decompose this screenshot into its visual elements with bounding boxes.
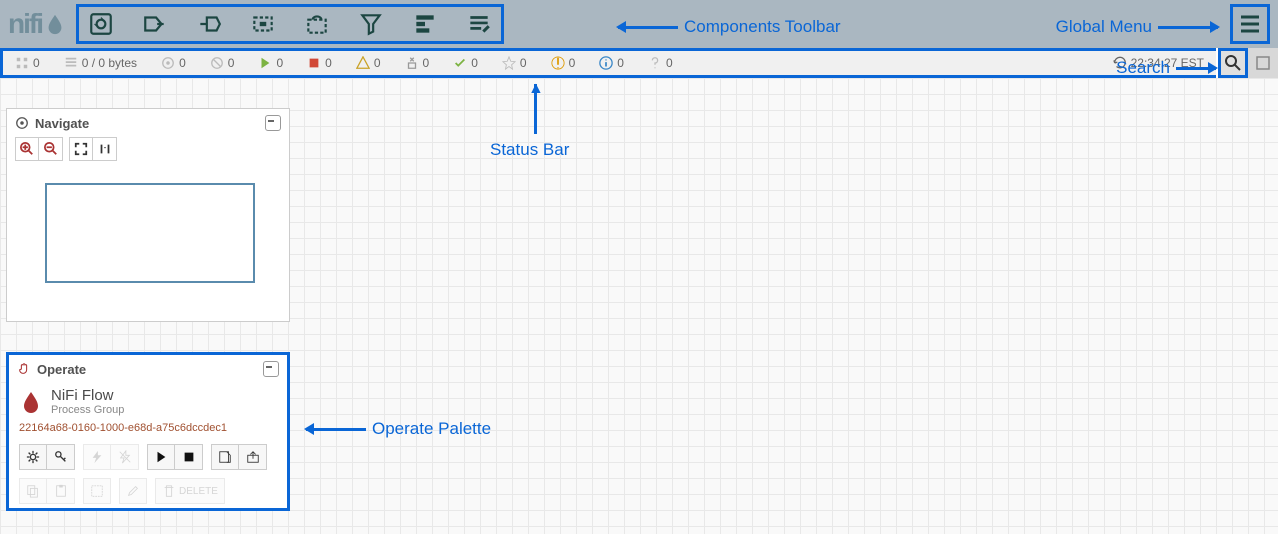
navigate-tools	[7, 137, 289, 167]
trash-icon	[162, 484, 176, 498]
operate-header: Operate	[9, 355, 287, 383]
hand-icon	[17, 362, 31, 376]
operate-panel: Operate NiFi Flow Process Group 22164a68…	[6, 352, 290, 511]
zoom-in-icon	[20, 142, 34, 156]
annotation-operate-palette: Operate Palette	[306, 420, 491, 439]
copy-button	[19, 478, 47, 504]
components-toolbar	[76, 4, 504, 44]
zoom-in-button[interactable]	[15, 137, 39, 161]
navigate-header: Navigate	[7, 109, 289, 137]
remote-process-group-tool[interactable]	[301, 8, 333, 40]
gear-icon	[26, 450, 40, 464]
status-queued: 0 / 0 bytes	[52, 56, 149, 70]
template-tool[interactable]	[409, 8, 441, 40]
flash-icon	[90, 450, 104, 464]
flow-type: Process Group	[51, 404, 124, 416]
birdseye-view[interactable]	[15, 175, 281, 313]
output-port-tool[interactable]	[193, 8, 225, 40]
navigate-collapse[interactable]	[265, 115, 281, 131]
logo: nifi	[8, 8, 66, 40]
status-info: 0	[587, 56, 636, 70]
color-button	[119, 478, 147, 504]
create-template-button[interactable]	[211, 444, 239, 470]
birdseye-viewport[interactable]	[45, 183, 255, 283]
start-button[interactable]	[147, 444, 175, 470]
paste-icon	[54, 484, 68, 498]
delete-button: DELETE	[155, 478, 225, 504]
status-running: 0	[246, 56, 295, 70]
status-uptodate: 0	[441, 56, 490, 70]
operate-title: Operate	[37, 362, 86, 377]
stop-button[interactable]	[175, 444, 203, 470]
paste-button	[47, 478, 75, 504]
status-unknown: 0	[636, 56, 685, 70]
bulletin-icon	[1255, 55, 1271, 71]
status-invalid: 0	[344, 56, 393, 70]
disable-button	[111, 444, 139, 470]
navigate-panel: Navigate	[6, 108, 290, 322]
brush-icon	[126, 484, 140, 498]
operate-row-1	[9, 440, 287, 474]
zoom-out-icon	[44, 142, 58, 156]
funnel-tool[interactable]	[355, 8, 387, 40]
logo-drop-icon	[44, 13, 66, 35]
status-syncfail: 0	[539, 56, 588, 70]
input-port-tool[interactable]	[139, 8, 171, 40]
configure-button[interactable]	[19, 444, 47, 470]
stop-icon	[182, 450, 196, 464]
key-icon	[54, 450, 68, 464]
logo-text: nifi	[8, 8, 42, 40]
upload-template-button[interactable]	[239, 444, 267, 470]
target-icon	[15, 116, 29, 130]
status-transmitting: 0	[149, 56, 198, 70]
bulletin-button[interactable]	[1248, 48, 1278, 78]
hamburger-icon	[1238, 12, 1262, 36]
access-button[interactable]	[47, 444, 75, 470]
annotation-status-arrowhead: ▲	[528, 80, 544, 98]
label-tool[interactable]	[463, 8, 495, 40]
global-menu-button[interactable]	[1230, 4, 1270, 44]
drop-icon	[19, 390, 43, 414]
status-not-transmitting: 0	[198, 56, 247, 70]
copy-icon	[26, 484, 40, 498]
operate-collapse[interactable]	[263, 361, 279, 377]
template-upload-icon	[246, 450, 260, 464]
annotation-status-bar: Status Bar	[490, 140, 569, 160]
group-button	[83, 478, 111, 504]
processor-tool[interactable]	[85, 8, 117, 40]
template-create-icon	[218, 450, 232, 464]
status-threads: 0	[3, 56, 52, 70]
enable-button	[83, 444, 111, 470]
zoom-fit-button[interactable]	[69, 137, 93, 161]
zoom-actual-button[interactable]	[93, 137, 117, 161]
operate-info: NiFi Flow Process Group	[9, 383, 287, 422]
flash-off-icon	[118, 450, 132, 464]
group-icon	[90, 484, 104, 498]
zoom-out-button[interactable]	[39, 137, 63, 161]
navigate-title: Navigate	[35, 116, 89, 131]
status-disabled: 0	[393, 56, 442, 70]
flow-name: NiFi Flow	[51, 387, 124, 404]
flow-id: 22164a68-0160-1000-e68d-a75c6dccdec1	[9, 422, 287, 440]
process-group-tool[interactable]	[247, 8, 279, 40]
annotation-search: Search	[1116, 58, 1216, 78]
play-icon	[154, 450, 168, 464]
actual-icon	[98, 142, 112, 156]
status-stale: 0	[490, 56, 539, 70]
delete-label: DELETE	[179, 486, 218, 497]
status-stopped: 0	[295, 56, 344, 70]
annotation-components-toolbar: Components Toolbar	[618, 17, 841, 37]
annotation-global-menu: Global Menu	[1056, 17, 1218, 37]
operate-row-2: DELETE	[9, 474, 287, 508]
fit-icon	[74, 142, 88, 156]
status-bar: 0 0 / 0 bytes 0 0 0 0 0 0 0 0 0 0 0 22:3…	[0, 48, 1216, 78]
search-icon	[1225, 55, 1241, 71]
